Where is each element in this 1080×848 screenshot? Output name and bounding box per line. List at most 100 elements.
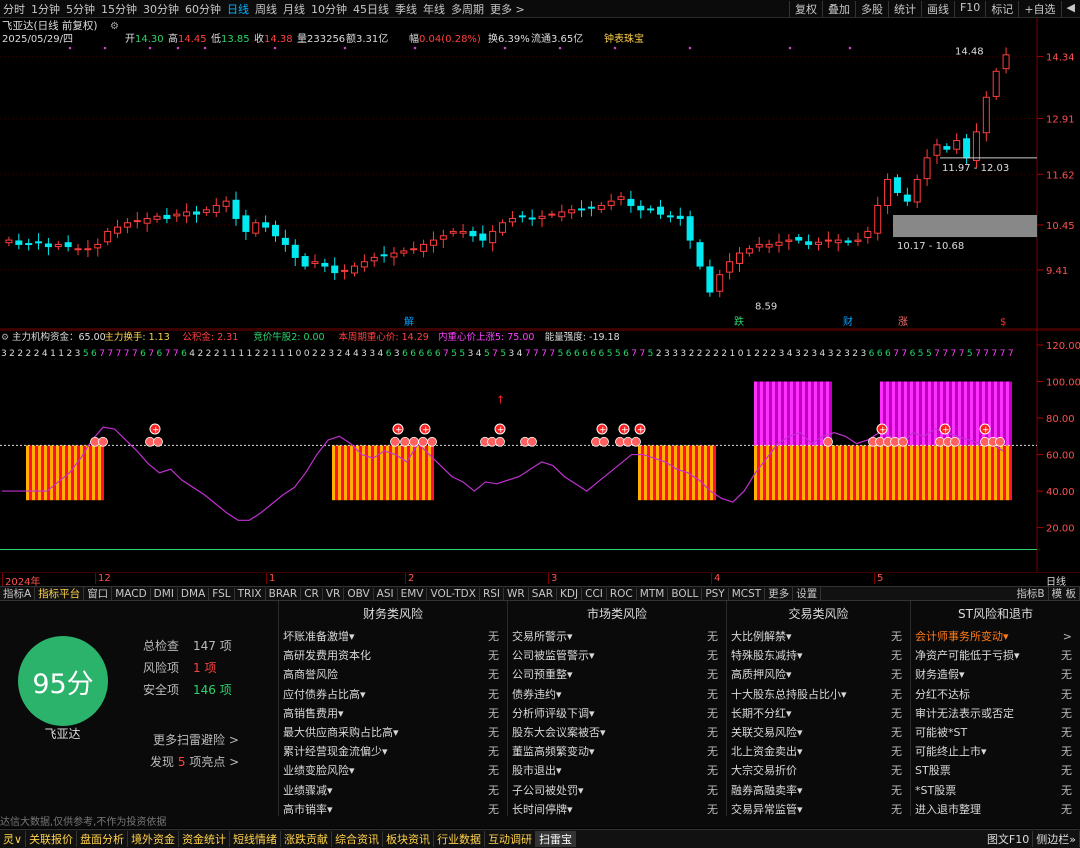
- risk-row[interactable]: 净资产可能低于亏损▾ 无: [911, 646, 1080, 665]
- indicator-tab[interactable]: 窗口: [84, 587, 113, 600]
- indicator-tab[interactable]: VR: [323, 587, 345, 600]
- risk-row[interactable]: 累计经营现金流偏少▾ 无: [279, 742, 507, 761]
- indicator-tab[interactable]: EMV: [398, 587, 428, 600]
- risk-row[interactable]: 分红不达标 无: [911, 685, 1080, 704]
- indicator-tab[interactable]: KDJ: [557, 587, 583, 600]
- toolbar-button[interactable]: 标记: [985, 0, 1018, 17]
- risk-row[interactable]: 公司被监管警示▾ 无: [508, 646, 726, 665]
- period-tab[interactable]: 5分钟: [63, 1, 98, 17]
- indicator-tab[interactable]: PSY: [702, 587, 729, 600]
- risk-row[interactable]: 财务造假▾ 无: [911, 665, 1080, 684]
- indicator-tab[interactable]: ASI: [374, 587, 398, 600]
- toolbar-button[interactable]: 画线: [920, 0, 954, 17]
- risk-row[interactable]: 大比例解禁▾ 无: [727, 627, 910, 646]
- period-tab[interactable]: 季线: [392, 1, 420, 17]
- indicator-tab[interactable]: RSI: [480, 587, 504, 600]
- period-tab[interactable]: 多周期: [448, 1, 487, 17]
- indicator-tab[interactable]: OBV: [344, 587, 374, 600]
- bottom-right-button[interactable]: 侧边栏»: [1033, 831, 1080, 847]
- indicator-tab[interactable]: FSL: [209, 587, 235, 600]
- price-chart[interactable]: 飞亚达(日线 前复权) ⚙ 2025/05/29/四 开 14.30 高 14.45 低 13.…: [0, 18, 1080, 330]
- indicator-tab[interactable]: MTM: [637, 587, 669, 600]
- risk-row[interactable]: 公司预重整▾ 无: [508, 665, 726, 684]
- bottom-tab[interactable]: 灵∨: [0, 831, 27, 847]
- period-tab[interactable]: 30分钟: [140, 1, 182, 17]
- bottom-tab[interactable]: 行业数据: [434, 831, 486, 847]
- period-tab[interactable]: 年线: [420, 1, 448, 17]
- risk-row[interactable]: 坏账准备激增▾ 无: [279, 627, 507, 646]
- risk-row[interactable]: ST股票 无: [911, 761, 1080, 780]
- risk-row[interactable]: 特殊股东减持▾ 无: [727, 646, 910, 665]
- risk-row[interactable]: 长时间停牌▾ 无: [508, 800, 726, 819]
- risk-row[interactable]: 北上资金卖出▾ 无: [727, 742, 910, 761]
- risk-row[interactable]: 子公司被处罚▾ 无: [508, 781, 726, 800]
- risk-row[interactable]: 大宗交易折价 无: [727, 761, 910, 780]
- indicator-tab[interactable]: ROC: [607, 587, 637, 600]
- period-tab[interactable]: 更多 >: [487, 1, 528, 17]
- risk-row[interactable]: 交易异常监管▾ 无: [727, 800, 910, 819]
- risk-row[interactable]: 最大供应商采购占比高▾ 无: [279, 723, 507, 742]
- risk-row[interactable]: 可能终止上市▾ 无: [911, 742, 1080, 761]
- risk-row[interactable]: 关联交易风险▾ 无: [727, 723, 910, 742]
- period-tab[interactable]: 月线: [280, 1, 308, 17]
- indicator-tab[interactable]: 指标B: [1013, 587, 1049, 600]
- indicator-chart[interactable]: ⚙ 主力机构资金：65.00主力换手: 1.13 公积金: 2.31 竞价牛股2: 0…: [0, 330, 1080, 572]
- indicator-tab[interactable]: TRIX: [235, 587, 266, 600]
- risk-row[interactable]: 高销售费用▾ 无: [279, 704, 507, 723]
- period-tab[interactable]: 10分钟: [308, 1, 350, 17]
- risk-row[interactable]: 高市销率▾ 无: [279, 800, 507, 819]
- risk-row[interactable]: 董监高频繁变动▾ 无: [508, 742, 726, 761]
- indicator-tab[interactable]: BRAR: [266, 587, 302, 600]
- bottom-tab[interactable]: 扫雷宝: [536, 831, 577, 847]
- risk-row[interactable]: 应付债券占比高▾ 无: [279, 685, 507, 704]
- toolbar-button[interactable]: ◀: [1060, 0, 1080, 17]
- toolbar-button[interactable]: 复权: [788, 0, 822, 17]
- period-tab[interactable]: 60分钟: [182, 1, 224, 17]
- bottom-tab[interactable]: 资金统计: [179, 831, 231, 847]
- period-tab[interactable]: 1分钟: [28, 1, 63, 17]
- indicator-tab[interactable]: DMA: [178, 587, 210, 600]
- risk-row[interactable]: 会计师事务所变动▾ >: [911, 627, 1080, 646]
- bottom-tab[interactable]: 板块资讯: [383, 831, 435, 847]
- risk-row[interactable]: 分析师评级下调▾ 无: [508, 704, 726, 723]
- risk-row[interactable]: 业绩变脸风险▾ 无: [279, 761, 507, 780]
- period-tab[interactable]: 周线: [252, 1, 280, 17]
- highlights-link[interactable]: 发现 5 项亮点 >: [150, 753, 239, 770]
- indicator-tab[interactable]: VOL-TDX: [427, 587, 480, 600]
- risk-row[interactable]: 可能被*ST 无: [911, 723, 1080, 742]
- toolbar-button[interactable]: F10: [953, 0, 985, 17]
- indicator-tab[interactable]: MCST: [729, 587, 766, 600]
- indicator-tab[interactable]: 设置: [793, 587, 822, 600]
- bottom-tab[interactable]: 境外资金: [128, 831, 180, 847]
- period-tab[interactable]: 分时: [0, 1, 28, 17]
- bottom-tab[interactable]: 关联报价: [26, 831, 78, 847]
- indicator-tab[interactable]: 更多: [765, 587, 794, 600]
- toolbar-button[interactable]: 多股: [854, 0, 888, 17]
- indicator-tab[interactable]: CCI: [582, 587, 607, 600]
- risk-row[interactable]: 高研发费用资本化 无: [279, 646, 507, 665]
- indicator-tab[interactable]: 模 板: [1049, 587, 1080, 600]
- more-scan-link[interactable]: 更多扫雷避险 >: [153, 731, 239, 748]
- risk-row[interactable]: *ST股票 无: [911, 781, 1080, 800]
- toolbar-button[interactable]: 统计: [887, 0, 921, 17]
- toolbar-button[interactable]: 叠加: [821, 0, 855, 17]
- bottom-tab[interactable]: 盘面分析: [77, 831, 129, 847]
- toolbar-button[interactable]: +自选: [1018, 0, 1060, 17]
- risk-row[interactable]: 长期不分红▾ 无: [727, 704, 910, 723]
- risk-row[interactable]: 融券高融卖率▾ 无: [727, 781, 910, 800]
- risk-row[interactable]: 业绩骤减▾ 无: [279, 781, 507, 800]
- indicator-tab[interactable]: SAR: [529, 587, 558, 600]
- risk-row[interactable]: 进入退市整理 无: [911, 800, 1080, 819]
- risk-row[interactable]: 债券违约▾ 无: [508, 685, 726, 704]
- period-tab[interactable]: 日线: [224, 1, 252, 17]
- indicator-tab[interactable]: BOLL: [668, 587, 703, 600]
- risk-row[interactable]: 高商誉风险 无: [279, 665, 507, 684]
- risk-row[interactable]: 股东大会议案被否▾ 无: [508, 723, 726, 742]
- period-tab[interactable]: 45日线: [350, 1, 392, 17]
- bottom-tab[interactable]: 综合资讯: [332, 831, 384, 847]
- indicator-tab[interactable]: 指标平台: [35, 587, 85, 600]
- risk-row[interactable]: 高质押风险▾ 无: [727, 665, 910, 684]
- risk-row[interactable]: 十大股东总持股占比小▾ 无: [727, 685, 910, 704]
- risk-row[interactable]: 审计无法表示或否定 无: [911, 704, 1080, 723]
- bottom-tab[interactable]: 短线情绪: [230, 831, 282, 847]
